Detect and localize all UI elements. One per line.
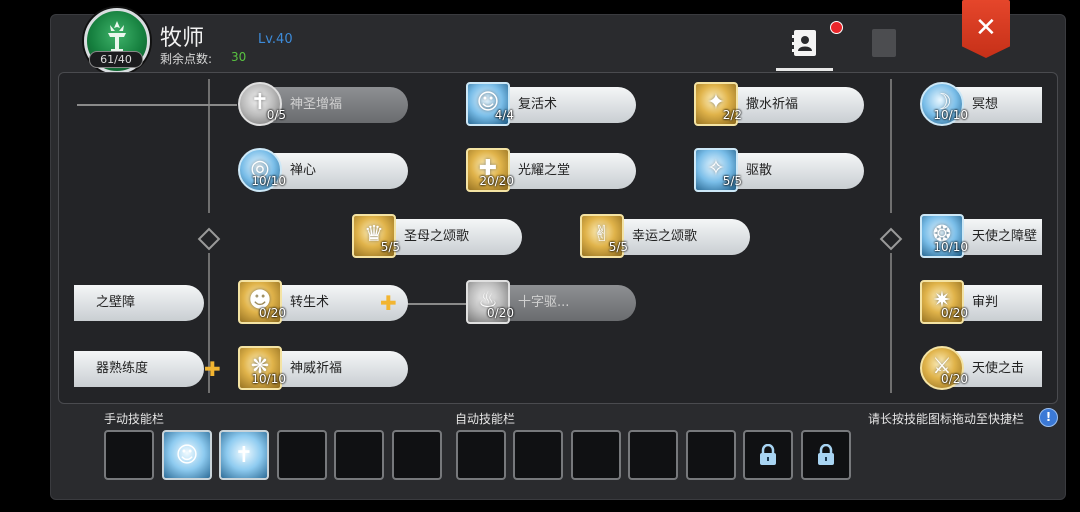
manual-skill-slot[interactable]: [334, 430, 384, 480]
auto-skill-slot-locked[interactable]: [743, 430, 793, 480]
active-tab-indicator: [776, 68, 833, 71]
add-skill-point-icon[interactable]: ✚: [380, 293, 397, 313]
skill-connector: [399, 303, 469, 305]
auto-skill-slot[interactable]: [513, 430, 563, 480]
tree-divider: [890, 253, 892, 393]
resurrection-icon: ☺: [175, 443, 199, 468]
tree-divider-ornament: [197, 227, 221, 251]
lock-icon: [818, 444, 834, 465]
auto-skill-bar-label: 自动技能栏: [455, 412, 516, 426]
manual-skill-slot[interactable]: ☺: [162, 430, 212, 480]
remaining-points-label: 剩余点数:: [160, 52, 213, 66]
skill-level: 5/5: [380, 240, 400, 254]
skill-level: 10/10: [251, 174, 286, 188]
add-skill-point-icon[interactable]: ✚: [204, 359, 221, 379]
auto-skill-slot[interactable]: [571, 430, 621, 480]
skill-name: 器熟练度: [74, 351, 204, 387]
tab-skills[interactable]: [790, 28, 820, 58]
skill-level: 0/20: [487, 306, 514, 320]
skill-level: 0/20: [941, 372, 968, 386]
skill-level: 0/20: [941, 306, 968, 320]
skill-name: 之壁障: [74, 285, 204, 321]
tab-book-icon[interactable]: [872, 29, 896, 57]
manual-skill-slot[interactable]: [392, 430, 442, 480]
tree-divider-ornament: [879, 227, 903, 251]
skill-level: 2/2: [722, 108, 742, 122]
tree-divider: [208, 79, 210, 213]
player-level: Lv.40: [258, 32, 293, 47]
auto-skill-slot-locked[interactable]: [801, 430, 851, 480]
skill-level: 4/4: [494, 108, 514, 122]
holy-cross-icon: ✝: [234, 443, 254, 468]
skill-level: 20/20: [479, 174, 514, 188]
auto-skill-slot[interactable]: [456, 430, 506, 480]
skill-level: 5/5: [608, 240, 628, 254]
skill-connector: [77, 104, 237, 106]
skill-level: 10/10: [933, 240, 968, 254]
close-icon: ✕: [975, 13, 997, 43]
contact-book-icon: [792, 30, 816, 56]
lock-icon: [760, 444, 776, 465]
remaining-points-value: 30: [231, 50, 247, 64]
manual-skill-slot[interactable]: [277, 430, 327, 480]
auto-skill-slot[interactable]: [686, 430, 736, 480]
priest-emblem-icon: [108, 21, 126, 52]
notification-dot: [830, 21, 843, 34]
close-button[interactable]: ✕: [962, 0, 1010, 58]
class-name: 牧师: [160, 26, 205, 51]
drag-hint-text: 请长按技能图标拖动至快捷栏: [868, 412, 1025, 426]
info-icon[interactable]: !: [1039, 408, 1058, 427]
tree-divider: [890, 79, 892, 213]
skill-level: 0/20: [259, 306, 286, 320]
skill-level: 10/10: [251, 372, 286, 386]
manual-skill-bar-label: 手动技能栏: [104, 412, 165, 426]
skill-level: 10/10: [933, 108, 968, 122]
skill-level: 5/5: [722, 174, 742, 188]
auto-skill-slot[interactable]: [628, 430, 678, 480]
manual-skill-slot[interactable]: ✝: [219, 430, 269, 480]
manual-skill-slot[interactable]: [104, 430, 154, 480]
skill-level: 0/5: [266, 108, 286, 122]
avatar-badge: 61/40: [89, 51, 143, 68]
